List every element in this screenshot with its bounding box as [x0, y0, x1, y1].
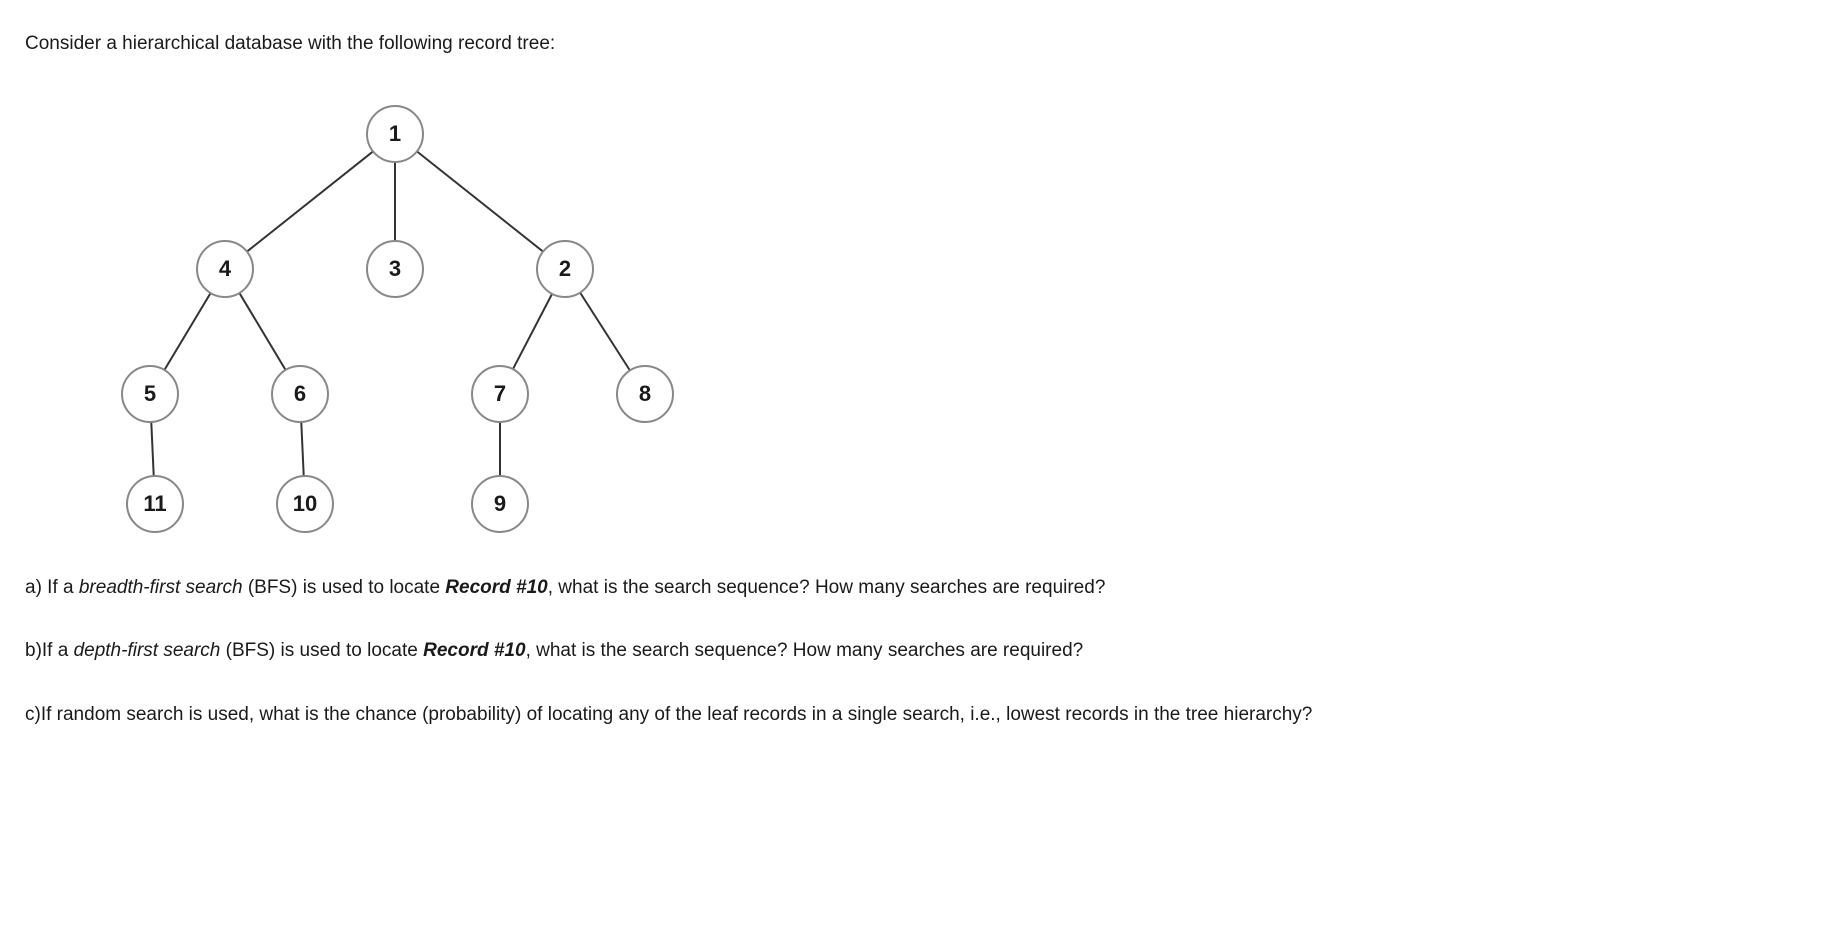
- tree-diagram: 1 4 3 2 5 6 7 8 11 10 9: [65, 79, 765, 539]
- question-a-target: Record #10: [445, 577, 547, 598]
- question-b-term: depth-first search: [74, 640, 221, 661]
- question-a-suffix: , what is the search sequence? How many …: [548, 577, 1106, 598]
- question-b-target: Record #10: [423, 640, 525, 661]
- question-b-suffix: , what is the search sequence? How many …: [526, 640, 1084, 661]
- tree-node-8: 8: [616, 365, 674, 423]
- tree-node-10: 10: [276, 475, 334, 533]
- question-b-mid: (BFS) is used to locate: [220, 640, 423, 661]
- question-a-term: breadth-first search: [79, 577, 243, 598]
- tree-node-3: 3: [366, 240, 424, 298]
- question-a-prefix: a) If a: [25, 577, 79, 598]
- tree-node-11: 11: [126, 475, 184, 533]
- question-b-prefix: b)If a: [25, 640, 74, 661]
- tree-node-7: 7: [471, 365, 529, 423]
- question-b: b)If a depth-first search (BFS) is used …: [25, 637, 1801, 666]
- tree-node-9: 9: [471, 475, 529, 533]
- tree-node-1: 1: [366, 105, 424, 163]
- tree-node-6: 6: [271, 365, 329, 423]
- question-a: a) If a breadth-first search (BFS) is us…: [25, 574, 1801, 603]
- question-c: c)If random search is used, what is the …: [25, 701, 1801, 730]
- tree-node-5: 5: [121, 365, 179, 423]
- tree-node-4: 4: [196, 240, 254, 298]
- question-a-mid: (BFS) is used to locate: [243, 577, 446, 598]
- intro-text: Consider a hierarchical database with th…: [25, 30, 1801, 59]
- tree-node-2: 2: [536, 240, 594, 298]
